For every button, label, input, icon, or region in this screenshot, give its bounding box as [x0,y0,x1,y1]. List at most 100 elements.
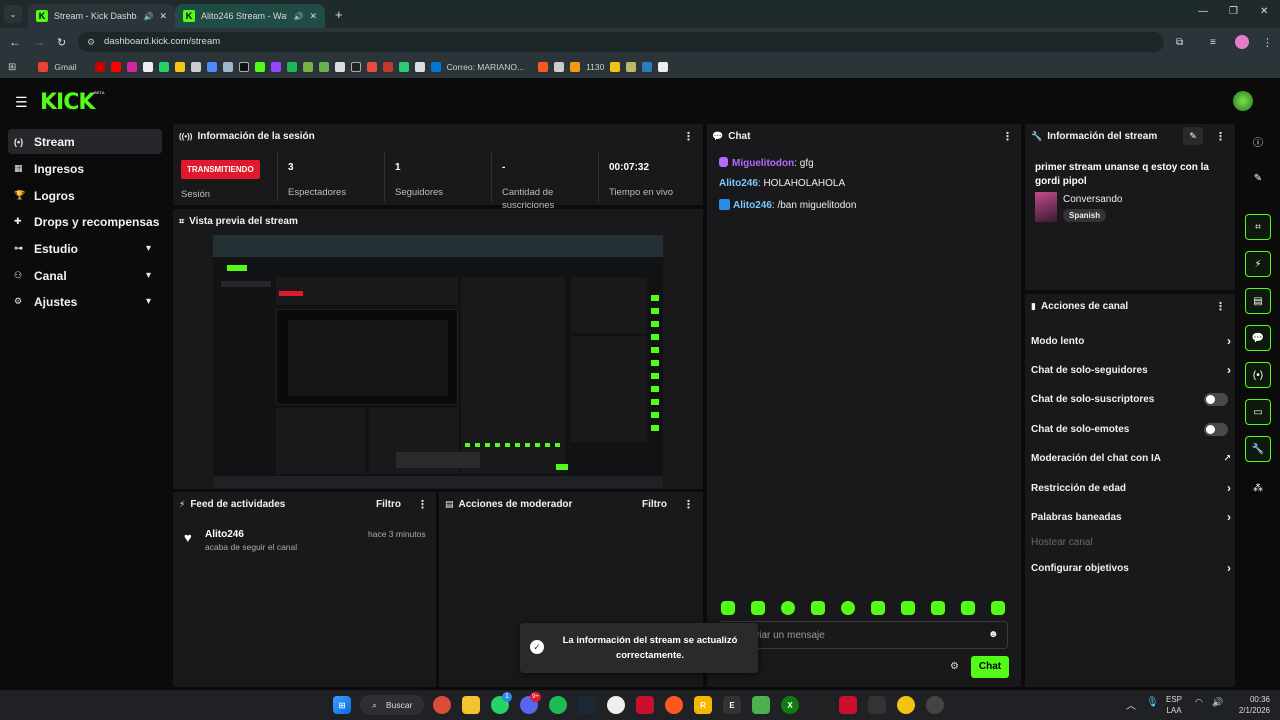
emote-icon[interactable] [811,601,825,615]
emote-icon[interactable] [991,601,1005,615]
bookmark-icon[interactable] [554,62,565,72]
new-tab-button[interactable]: + [335,7,343,22]
emote-icon[interactable] [871,601,885,615]
chat-username[interactable]: Alito246 [719,178,758,189]
kick-logo[interactable]: KICK [40,90,95,115]
app-icon[interactable] [810,696,828,714]
emote-icon[interactable] [931,601,945,615]
bookmark-icon[interactable] [350,62,361,72]
mod-menu-icon[interactable]: ⋮ [683,498,694,511]
app-icon[interactable] [839,696,857,714]
spotify-icon[interactable] [549,696,567,714]
tab-kick-dashboard[interactable]: K Stream - Kick Dashboard 🔊 ✕ [28,4,175,28]
bookmark-icon[interactable] [366,62,377,72]
nav-item-ingresos[interactable]: ▦ Ingresos [8,156,162,181]
edit-stream-info-button[interactable]: ✎ [1183,127,1203,145]
session-menu-icon[interactable]: ⋮ [683,130,694,143]
edit-icon[interactable]: ✎ [1245,165,1271,191]
tray-chevron-icon[interactable]: ︿ [1126,697,1136,712]
emoji-icon[interactable]: ☻ [988,629,999,640]
stream-info-toggle-icon[interactable]: ▭ [1245,399,1271,425]
bookmark-icon[interactable] [610,62,621,72]
whatsapp-icon[interactable] [158,62,169,72]
bookmark-icon[interactable] [642,62,653,72]
reload-icon[interactable]: ↻ [57,36,66,49]
taskbar-search[interactable]: ⌕ Buscar [360,695,424,715]
epic-games-icon[interactable]: E [723,696,741,714]
chat-settings-icon[interactable]: ⚙ [950,661,959,672]
emote-icon[interactable] [841,601,855,615]
app-icon[interactable] [926,696,944,714]
bookmark-icon[interactable] [570,62,581,72]
channel-actions-menu-icon[interactable]: ⋮ [1215,300,1226,313]
close-window-button[interactable]: ✕ [1260,6,1268,17]
speaker-icon[interactable]: 🔊 [293,12,303,21]
app-icon[interactable] [868,696,886,714]
bookmark-icon[interactable] [94,62,105,72]
feed-menu-icon[interactable]: ⋮ [417,498,428,511]
speaker-icon[interactable]: 🔊 [143,12,153,21]
tab-close-icon[interactable]: ✕ [159,11,167,22]
steam-icon[interactable] [222,62,233,72]
info-icon[interactable]: ⓘ [1245,128,1271,154]
x-icon[interactable] [142,62,153,72]
bookmark-icon[interactable] [538,62,549,72]
restore-button[interactable]: ❐ [1229,6,1238,17]
chat-input[interactable]: Enviar un mensaje ☻ [719,621,1008,649]
chat-username[interactable]: Alito246 [733,200,772,211]
youtube-icon[interactable] [110,62,121,72]
stream-info-menu-icon[interactable]: ⋮ [1215,130,1226,143]
bookmark-icon[interactable] [398,62,409,72]
profile-avatar[interactable] [1235,35,1249,49]
bookmark-icon[interactable] [206,62,217,72]
tab-alito-stream[interactable]: K Alito246 Stream - Watch Live 🔊 ✕ [175,4,325,28]
emotes-only-toggle[interactable] [1204,422,1228,436]
chat-menu-icon[interactable]: ⋮ [1002,130,1013,143]
nav-item-stream[interactable]: (•) Stream [8,129,162,154]
wrench-toggle-icon[interactable]: 🔧 [1245,436,1271,462]
nav-item-logros[interactable]: 🏆 Logros [8,183,162,208]
action-followers-only[interactable]: Chat de solo-seguidores › [1031,362,1231,378]
twitch-icon[interactable] [270,62,281,72]
nav-item-canal[interactable]: ⚇ Canal ▾ [8,263,162,288]
spotify-icon[interactable] [286,62,297,72]
tray-clock[interactable]: 00:36 2/1/2026 [1232,694,1270,716]
tab-search-button[interactable]: ⌄ [4,5,22,23]
back-icon[interactable]: ← [9,35,21,49]
browser-menu-icon[interactable]: ⋮ [1262,36,1273,49]
bookmark-correo[interactable]: Correo: MARIANO... [447,62,524,72]
xbox-icon[interactable]: X [781,696,799,714]
bookmark-icon[interactable] [302,62,313,72]
instagram-icon[interactable] [126,62,137,72]
document-toggle-icon[interactable]: ▤ [1245,288,1271,314]
media-icon[interactable]: ≡ [1210,37,1216,48]
emote-icon[interactable] [781,601,795,615]
emote-icon[interactable] [751,601,765,615]
extensions-icon[interactable]: ⧉ [1176,37,1183,48]
bookmark-icon[interactable] [626,62,637,72]
nav-item-drops[interactable]: ✚ Drops y recompensas [8,209,162,234]
forward-icon[interactable]: → [33,35,45,49]
bookmark-icon[interactable] [414,62,425,72]
minimize-button[interactable]: — [1198,6,1208,17]
bookmark-icon[interactable] [318,62,329,72]
chat-send-button[interactable]: Chat [971,656,1009,678]
emote-icon[interactable] [901,601,915,615]
steam-icon[interactable] [578,696,596,714]
tray-lang[interactable]: ESP LAA [1166,694,1182,716]
chat-toggle-icon[interactable]: 💬 [1245,325,1271,351]
rockstar-icon[interactable]: R [694,696,712,714]
user-avatar[interactable] [1233,91,1253,111]
mod-filter-button[interactable]: Filtro [642,499,667,510]
file-explorer-icon[interactable] [462,696,480,714]
bookmark-icon[interactable] [334,62,345,72]
bookmark-icon[interactable] [382,62,393,72]
feed-filter-button[interactable]: Filtro [376,499,401,510]
obs-icon[interactable] [607,696,625,714]
bookmark-icon[interactable] [238,62,249,72]
url-field[interactable]: ⚙ dashboard.kick.com/stream [78,32,1164,52]
nav-item-estudio[interactable]: ⊶ Estudio ▾ [8,236,162,261]
subscribers-only-toggle[interactable] [1204,392,1228,406]
app-icon[interactable] [636,696,654,714]
action-configure-goals[interactable]: Configurar objetivos › [1031,560,1231,576]
